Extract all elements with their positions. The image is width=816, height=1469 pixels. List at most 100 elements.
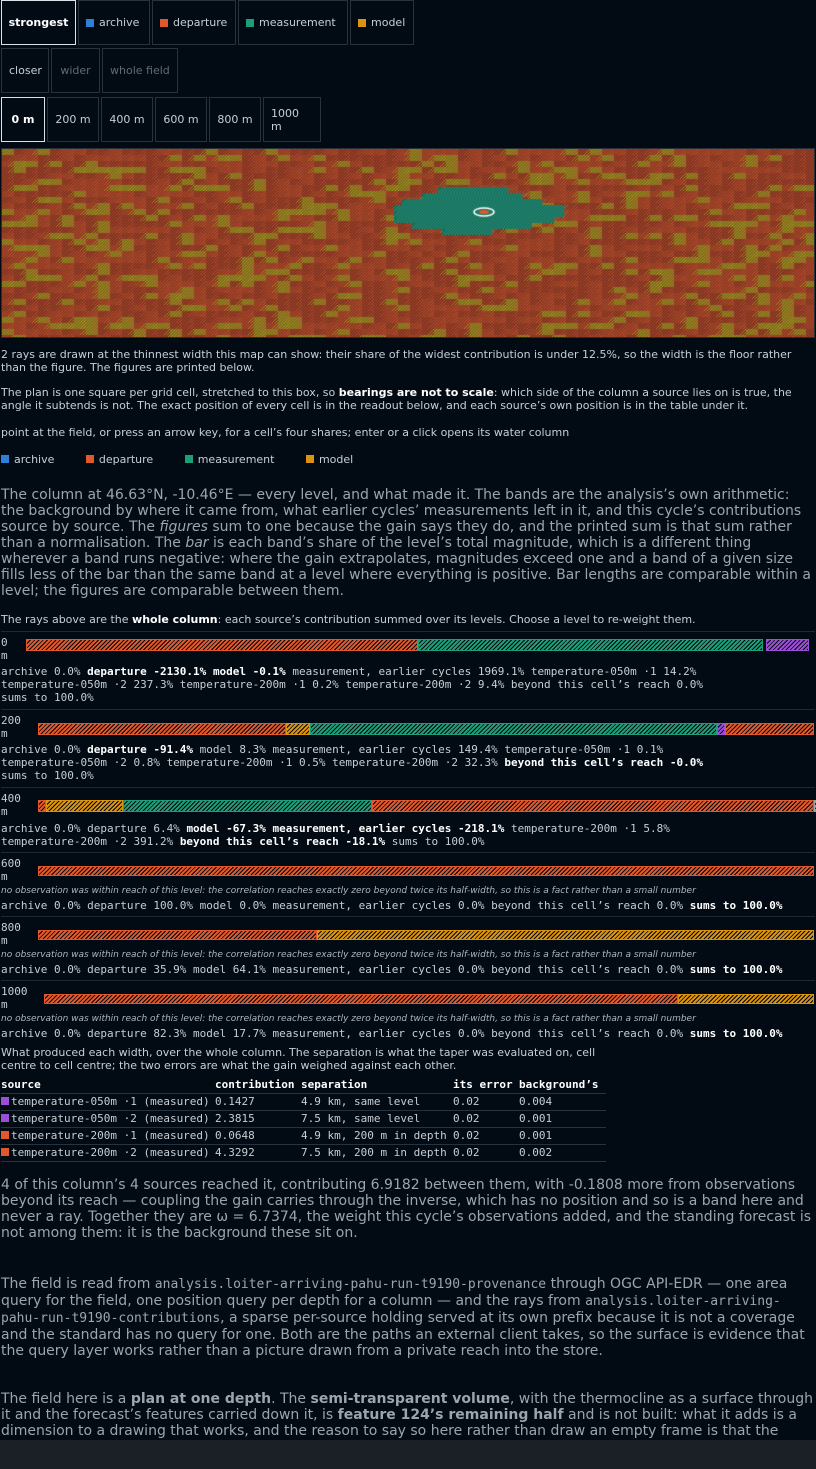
column-text-italic: bar <box>185 535 209 551</box>
filter-label: model <box>371 16 406 29</box>
error-cell: 0.02 <box>453 1144 519 1162</box>
readout-text: archive 0.0% <box>1 743 88 756</box>
zoom-wider-label: wider <box>60 64 91 77</box>
contribution-cell: 4.3292 <box>215 1144 301 1162</box>
separation-cell: 7.5 km, 200 m in depth <box>301 1144 453 1162</box>
level-depth: 1000 m <box>1 985 28 1011</box>
zoom-whole-field-button[interactable]: whole field <box>102 48 178 93</box>
source-name: temperature-200m ·2 (measured) <box>11 1146 210 1159</box>
rays-text: The rays above are the <box>1 613 133 626</box>
bar-segment-model <box>677 994 814 1004</box>
readout-text: temperature-050m ·2 0.8% temperature-200… <box>1 756 505 769</box>
archive-swatch <box>86 18 94 27</box>
table-row[interactable]: temperature-050m ·2 (measured) 2.3815 7.5 … <box>1 1110 606 1128</box>
readout-text: temperature-050m ·2 237.3% temperature-2… <box>1 678 703 691</box>
column-header: separation <box>301 1076 453 1094</box>
readout-text: sums to 100.0% <box>1 769 94 782</box>
legend-departure: departure <box>85 453 167 466</box>
source-name: temperature-050m ·1 (measured) <box>11 1095 210 1108</box>
zoom-wider-button[interactable]: wider <box>51 48 100 93</box>
depth-800-button[interactable]: 800 m <box>209 97 261 142</box>
level-row-200[interactable]: 200 m archive 0.0% departure -91.4% mode… <box>1 709 815 787</box>
bar-segment-purple <box>717 723 725 735</box>
plan-depth-bold: semi-transparent volume <box>310 1391 510 1407</box>
legend-model: model <box>305 453 367 466</box>
table-row[interactable]: temperature-050m ·1 (measured) 0.1427 4.9 … <box>1 1093 606 1111</box>
readout-text: sums to 100.0% <box>385 835 485 848</box>
level-readout: archive 0.0% departure 82.3% model 17.7%… <box>1 1027 782 1040</box>
contribution-cell: 0.0648 <box>215 1127 301 1145</box>
level-readout: archive 0.0% departure -91.4% model 8.3%… <box>1 743 703 782</box>
level-depth: 0 m <box>1 636 8 662</box>
model-swatch <box>358 18 366 27</box>
level-depth: 200 m <box>1 714 21 740</box>
level-row-0[interactable]: 0 m archive 0.0% departure -2130.1% mode… <box>1 631 815 709</box>
contribution-cell: 0.1427 <box>215 1093 301 1111</box>
readout-text: temperature-200m ·2 391.2% <box>1 835 180 848</box>
filter-model-button[interactable]: model <box>350 0 414 45</box>
readout-bold: sums to 100.0% <box>689 1027 783 1040</box>
depth-400-button[interactable]: 400 m <box>101 97 153 142</box>
field-map[interactable] <box>1 148 815 338</box>
readout-bold: model -67.3% measurement, earlier cycles… <box>186 822 505 835</box>
readout-bold: departure -2130.1% <box>87 665 207 678</box>
background-cell: 0.001 <box>519 1110 606 1128</box>
bar-segment-model <box>316 930 814 940</box>
level-row-600[interactable]: 600 m no observation was within reach of… <box>1 852 815 916</box>
depth-1000-button[interactable]: 1000 m <box>263 97 321 142</box>
sources-table-wrap: source contribution separation its error… <box>1 1076 606 1162</box>
depth-200-button[interactable]: 200 m <box>47 97 99 142</box>
plan-depth-text: . The <box>271 1391 311 1407</box>
legend-archive: archive <box>1 453 68 466</box>
bar-segment-departure <box>44 994 678 1004</box>
level-row-1000[interactable]: 1000 m no observation was within reach o… <box>1 980 815 1042</box>
depth-label: 200 m <box>55 113 91 126</box>
bottom-overlay <box>0 1440 816 1469</box>
bar-segment-measurement <box>309 723 717 735</box>
plan-depth-note: The field here is a plan at one depth. T… <box>1 1391 815 1439</box>
readout-text: archive 0.0% departure 82.3% model 17.7%… <box>1 1027 690 1040</box>
departure-swatch <box>160 18 168 27</box>
legend-label: measurement <box>197 453 275 466</box>
model-swatch <box>305 455 314 463</box>
level-row-800[interactable]: 800 m no observation was within reach of… <box>1 916 815 980</box>
table-header-row: source contribution separation its error… <box>1 1076 606 1094</box>
data-source-note: The field is read from analysis.loiter-a… <box>1 1276 815 1359</box>
source-swatch <box>1 1097 9 1105</box>
depth-0-button[interactable]: 0 m <box>1 97 45 142</box>
bar-segment-departure <box>371 800 814 812</box>
background-cell: 0.004 <box>519 1093 606 1111</box>
filter-archive-button[interactable]: archive <box>78 0 150 45</box>
zoom-closer-label: closer <box>9 64 42 77</box>
source-swatch <box>1 1114 9 1122</box>
bar-segment-gap <box>764 640 765 650</box>
source-cell: temperature-200m ·1 (measured) <box>1 1127 215 1145</box>
level-note: no observation was within reach of this … <box>1 886 696 896</box>
bar-segment-measurement <box>418 639 763 651</box>
legend-label: departure <box>98 453 154 466</box>
filter-label: archive <box>99 16 140 29</box>
bar-segment-departure <box>38 866 814 876</box>
table-row[interactable]: temperature-200m ·2 (measured) 4.3292 7.5 … <box>1 1144 606 1162</box>
filter-strongest-button[interactable]: strongest <box>1 0 76 45</box>
plan-note-bold: bearings are not to scale <box>338 386 494 399</box>
column-text-italic: figures <box>159 519 208 535</box>
filter-departure-button[interactable]: departure <box>152 0 236 45</box>
bar-segment-measurement <box>123 800 372 812</box>
zoom-closer-button[interactable]: closer <box>1 48 49 93</box>
field-map-canvas[interactable] <box>2 149 814 337</box>
level-depth: 800 m <box>1 921 21 947</box>
measurement-swatch <box>184 455 193 463</box>
table-row[interactable]: temperature-200m ·1 (measured) 0.0648 4.9 … <box>1 1127 606 1145</box>
level-row-400[interactable]: 400 m archive 0.0% departure 6.4% model … <box>1 787 816 852</box>
filter-measurement-button[interactable]: measurement <box>238 0 348 45</box>
legend-label: model <box>318 453 354 466</box>
readout-text: archive 0.0% departure 100.0% model 0.0%… <box>1 899 690 912</box>
readout-text: model 8.3% measurement, earlier cycles 1… <box>193 743 664 756</box>
level-readout: archive 0.0% departure 100.0% model 0.0%… <box>1 899 782 912</box>
filter-label: strongest <box>8 16 69 29</box>
depth-600-button[interactable]: 600 m <box>155 97 207 142</box>
source-cell: temperature-050m ·2 (measured) <box>1 1110 215 1128</box>
level-depth: 600 m <box>1 857 21 883</box>
column-header: source <box>1 1076 215 1094</box>
